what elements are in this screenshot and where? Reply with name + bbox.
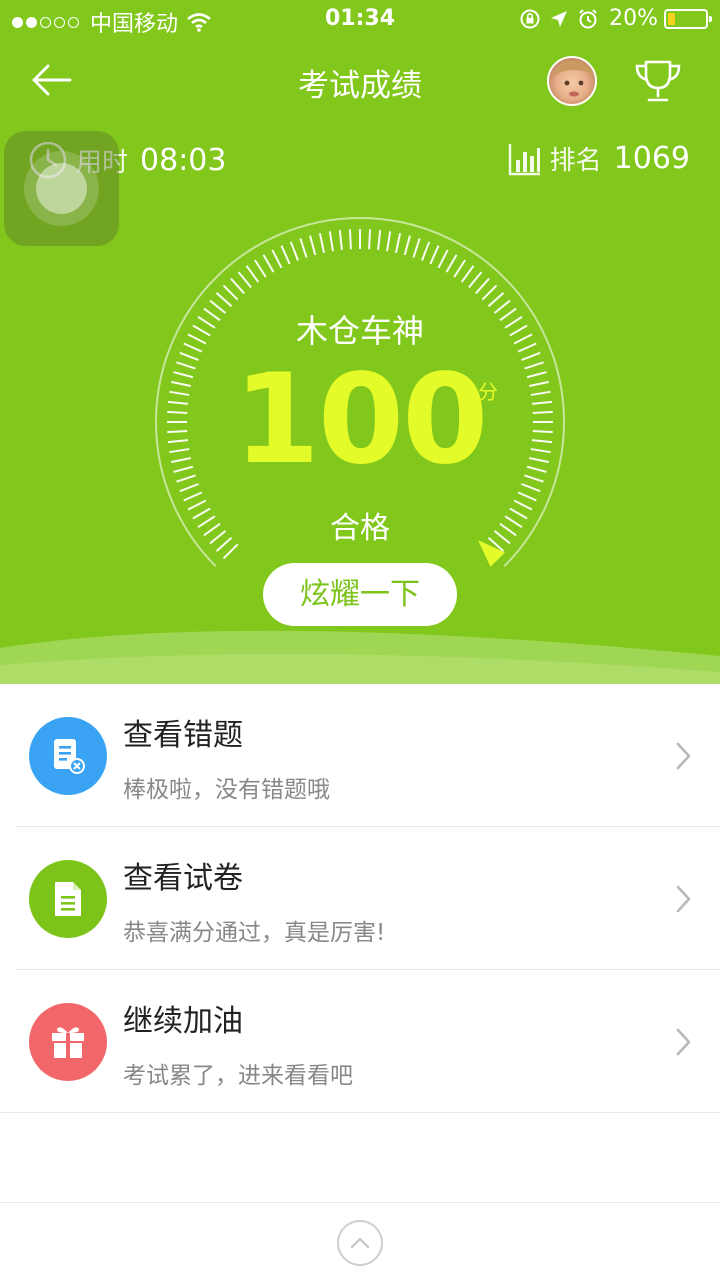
gauge-tick — [348, 229, 352, 250]
gauge-tick — [289, 241, 299, 261]
gauge-tick — [460, 265, 475, 283]
gauge-tick — [328, 231, 334, 252]
gauge-tick — [487, 292, 505, 307]
row-title: 查看错题 — [123, 718, 243, 753]
gauge-tick — [468, 271, 483, 289]
gauge-tick — [368, 229, 372, 250]
gauge-tick — [271, 249, 283, 269]
gauge-tick — [429, 245, 440, 265]
chevron-right-icon — [676, 1028, 691, 1056]
score-unit: 分 — [478, 380, 498, 404]
exam-result-page: 中国移动 01:34 20% 考试成绩 用时 08:03 排名 1069 木仓车… — [0, 0, 720, 1280]
row-subtitle: 考试累了，进来看看吧 — [123, 1063, 353, 1089]
gauge-tick — [318, 233, 326, 253]
row-subtitle: 恭喜满分通过，真是厉害! — [123, 920, 386, 946]
row-icon-bg — [29, 1003, 107, 1081]
gauge-tick — [481, 284, 498, 301]
row-icon-bg — [29, 717, 107, 795]
gauge-tick — [445, 254, 458, 273]
chevron-up-icon — [350, 1237, 370, 1249]
pass-status: 合格 — [330, 511, 390, 546]
gauge-tick — [179, 483, 199, 493]
gauge-tick — [412, 238, 421, 258]
gauge-tick — [183, 491, 203, 502]
action-list: 查看错题 棒极啦，没有错题哦 查看试卷 恭喜满分通过，真是厉害! 继续加油 考试… — [0, 684, 720, 1113]
chevron-right-icon — [676, 885, 691, 913]
scroll-up-button[interactable] — [337, 1220, 383, 1266]
gauge-tick — [437, 249, 449, 269]
gauge-tick — [215, 292, 233, 307]
share-button[interactable]: 炫耀一下 — [263, 563, 457, 626]
row-title: 查看试卷 — [123, 861, 243, 896]
gauge-tick — [230, 277, 245, 295]
gauge-tick — [254, 259, 267, 278]
result-header: 中国移动 01:34 20% 考试成绩 用时 08:03 排名 1069 木仓车… — [0, 0, 720, 684]
document-icon — [55, 882, 81, 916]
gauge-tick — [403, 235, 411, 256]
gauge-tick — [421, 241, 431, 261]
gauge-tick — [453, 259, 466, 278]
gauge-tick — [475, 277, 490, 295]
rank-title: 木仓车神 — [295, 312, 424, 350]
gauge-tick — [280, 245, 291, 265]
row-title: 继续加油 — [123, 1004, 243, 1039]
gauge-tick — [262, 254, 275, 273]
gauge-tick — [377, 229, 382, 251]
gauge-tick — [309, 235, 317, 256]
gauge-tick — [237, 271, 252, 289]
list-item-view-paper[interactable]: 查看试卷 恭喜满分通过，真是厉害! — [0, 827, 720, 970]
gauge-tick — [386, 231, 392, 252]
row-icon-bg — [29, 860, 107, 938]
divider — [0, 1112, 720, 1113]
gauge-tick — [245, 265, 260, 283]
row-subtitle: 棒极啦，没有错题哦 — [123, 777, 330, 803]
score-value: 100 — [233, 348, 489, 492]
list-item-wrong-questions[interactable]: 查看错题 棒极啦，没有错题哦 — [0, 684, 720, 827]
bottom-divider — [0, 1202, 720, 1203]
assistive-touch-button[interactable] — [4, 131, 119, 246]
gauge-tick — [517, 491, 537, 502]
gift-icon — [52, 1027, 84, 1058]
chevron-right-icon — [676, 742, 691, 770]
list-item-keep-going[interactable]: 继续加油 考试累了，进来看看吧 — [0, 970, 720, 1113]
gauge-tick — [338, 229, 343, 251]
gauge-tick — [521, 483, 541, 493]
gauge-tick — [299, 238, 308, 258]
wrong-questions-icon — [54, 739, 85, 774]
gauge-tick — [394, 233, 402, 253]
gauge-tick — [222, 284, 239, 301]
